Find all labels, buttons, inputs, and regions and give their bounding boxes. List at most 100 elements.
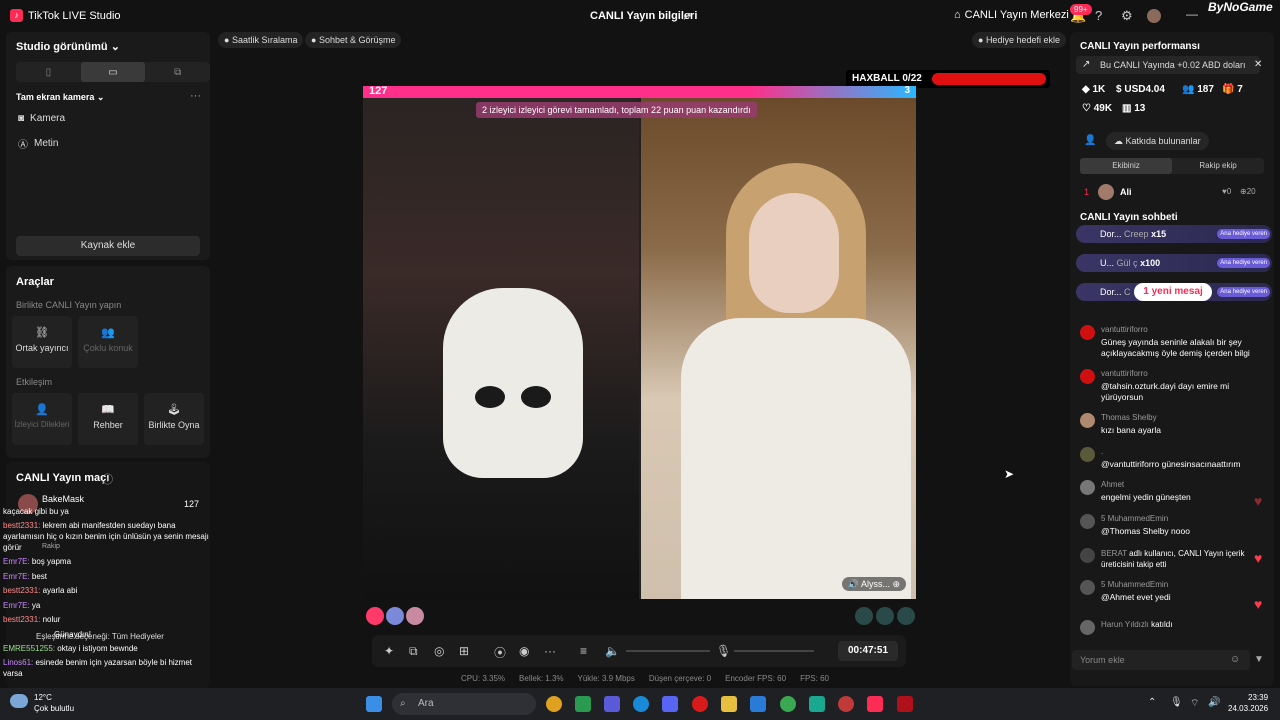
rank-number: 1 bbox=[1084, 187, 1090, 197]
match-title: CANLI Yayın maçı bbox=[16, 472, 110, 484]
scene-title[interactable]: Tam ekran kamera ⌄ bbox=[16, 92, 104, 103]
opponent-name: BakeMask bbox=[42, 494, 85, 504]
wifi-icon[interactable]: ⌔ bbox=[1190, 697, 1199, 710]
hourly-ranking-chip[interactable]: ● Saatlik Sıralama bbox=[218, 32, 304, 48]
chat-line: Linos61: esinede benim için yazarsan böy… bbox=[3, 658, 193, 667]
coop-title: Birlikte CANLI Yayın yapın bbox=[16, 300, 122, 310]
more-icon[interactable]: ··· bbox=[544, 644, 556, 658]
app-icon[interactable] bbox=[897, 696, 913, 712]
score-right: 3 bbox=[904, 86, 910, 96]
tiktok-studio-icon[interactable] bbox=[867, 696, 883, 712]
tray-chevron-icon[interactable]: ⌃ bbox=[1148, 697, 1156, 708]
follow-notice: BERAT adlı kullanıcı, CANLI Yayın içerik… bbox=[1101, 549, 1245, 569]
taskbar-search[interactable]: Ara bbox=[392, 693, 536, 715]
app-icon[interactable] bbox=[809, 696, 825, 712]
add-source-button[interactable]: Kaynak ekle bbox=[16, 236, 200, 256]
gifter-avatar bbox=[366, 607, 384, 625]
comment-input[interactable]: Yorum ekle bbox=[1072, 650, 1250, 670]
chat-line: görür bbox=[3, 543, 22, 552]
layout-landscape-icon[interactable]: ▭ bbox=[80, 62, 146, 82]
gift-row: Dor... Creep x15 Ana hediye veren bbox=[1076, 225, 1272, 243]
chat-line: kaçacak gibi bu ya bbox=[3, 507, 69, 516]
gear-icon[interactable]: ⚙ bbox=[1121, 8, 1133, 24]
seat-icon[interactable] bbox=[876, 607, 894, 625]
guests-icon: 👥 bbox=[101, 327, 115, 339]
live-timer: 00:47:51 bbox=[838, 641, 898, 661]
settings-sliders-icon[interactable]: ≡ bbox=[580, 644, 587, 658]
stat-gifters: 🎁 7 bbox=[1222, 84, 1243, 95]
tools-title: Araçlar bbox=[16, 276, 54, 288]
screen-icon[interactable]: ⧉ bbox=[409, 644, 418, 659]
heart-icon: ♥ bbox=[1254, 596, 1263, 612]
tab-rival-team[interactable]: Rakip ekip bbox=[1172, 158, 1264, 174]
layout-selector[interactable]: ▯ ▭ ⧉ bbox=[16, 62, 210, 82]
folder-icon[interactable] bbox=[721, 696, 737, 712]
chat-line: bestt2331: nolur bbox=[3, 615, 61, 624]
tab-our-team[interactable]: Ekibiniz bbox=[1080, 158, 1172, 174]
profile-avatar[interactable] bbox=[1147, 9, 1161, 23]
camera-toggle-icon[interactable]: ◉ bbox=[519, 644, 529, 658]
edge-icon[interactable] bbox=[633, 696, 649, 712]
layout-other-icon[interactable]: ⧉ bbox=[145, 62, 210, 82]
teams-icon[interactable] bbox=[604, 696, 620, 712]
mic-slider[interactable] bbox=[734, 650, 814, 652]
guide-tool[interactable]: 📖 Rehber bbox=[78, 393, 138, 445]
tiktok-logo-icon: ♪ bbox=[10, 9, 23, 22]
more-icon[interactable]: ··· bbox=[190, 90, 201, 102]
seat-icon[interactable] bbox=[897, 607, 915, 625]
gifter-avatar bbox=[406, 607, 424, 625]
mic-tray-icon[interactable]: 🎙 bbox=[1170, 697, 1183, 708]
cloud-icon bbox=[10, 694, 28, 708]
mouse-cursor-icon: ➤ bbox=[1004, 467, 1015, 481]
app-name: TikTok LIVE Studio bbox=[28, 10, 121, 22]
help-icon[interactable]: ? bbox=[1095, 8, 1102, 23]
chrome-icon[interactable] bbox=[546, 696, 562, 712]
co-host-tool[interactable]: ⛓ Ortak yayıncı bbox=[12, 316, 72, 368]
source-camera[interactable]: ◙ Kamera bbox=[18, 113, 65, 124]
chat-line: EMRE551255: oktay i istiyom bewnde bbox=[3, 644, 138, 653]
weather-widget[interactable]: 12°C Çok bulutlu bbox=[34, 692, 74, 714]
contributor-avatar bbox=[1098, 184, 1114, 200]
contributors-button[interactable]: ☁ Katkıda bulunanlar bbox=[1106, 132, 1209, 150]
info-icon[interactable]: ⓘ bbox=[102, 471, 113, 487]
effects-icon[interactable]: ◎ bbox=[434, 644, 444, 658]
chat-line: Emr7E: ya bbox=[3, 601, 41, 610]
add-user-icon[interactable]: 👤 bbox=[1084, 135, 1096, 146]
chrome-icon[interactable] bbox=[780, 696, 796, 712]
stat-likes: ♡ 49K bbox=[1082, 103, 1113, 114]
app-icon[interactable] bbox=[838, 696, 854, 712]
seat-icon[interactable] bbox=[855, 607, 873, 625]
share-icon[interactable]: ↗ bbox=[682, 9, 692, 23]
tools-panel: Araçlar Birlikte CANLI Yayın yapın ⛓ Orta… bbox=[6, 266, 210, 458]
mail-icon[interactable] bbox=[750, 696, 766, 712]
speaker-icon[interactable]: 🔈 bbox=[605, 644, 620, 658]
add-scene-icon[interactable]: ⊞ bbox=[459, 644, 469, 658]
filter-icon[interactable]: ▼ bbox=[1254, 654, 1264, 665]
mic-icon[interactable]: 🎙 bbox=[716, 644, 731, 658]
layout-portrait-icon[interactable]: ▯ bbox=[16, 62, 81, 82]
clock[interactable]: 23:39 24.03.2026 bbox=[1228, 692, 1268, 714]
viewer-requests-tool[interactable]: 👤 İzleyici Dilekleri bbox=[12, 393, 72, 445]
source-text[interactable]: Ⓐ Metin bbox=[18, 136, 58, 151]
play-together-tool[interactable]: 🕹 Birlikte Oyna bbox=[144, 393, 204, 445]
opera-icon[interactable] bbox=[692, 696, 708, 712]
volume-slider[interactable] bbox=[626, 650, 710, 652]
windows-start-icon[interactable] bbox=[366, 696, 382, 712]
studio-view-title[interactable]: Studio görünümü ⌄ bbox=[16, 40, 120, 53]
close-icon[interactable]: ✕ bbox=[1254, 59, 1262, 70]
emoji-icon[interactable]: ☺ bbox=[1230, 654, 1240, 665]
team-tabs[interactable]: Ekibiniz Rakip ekip bbox=[1080, 158, 1264, 174]
chat-call-chip[interactable]: ● Sohbet & Görüşme bbox=[305, 32, 402, 48]
live-center-button[interactable]: ⌂ CANLI Yayın Merkezi bbox=[954, 9, 1069, 21]
guest-name-tag[interactable]: 🔊 Alyss... ⊕ bbox=[841, 577, 906, 591]
live-preview[interactable]: 🔊 Alyss... ⊕ 127 3 2 izleyici izleyici g… bbox=[363, 86, 916, 599]
multi-guest-tool[interactable]: 👥 Çoklu konuk bbox=[78, 316, 138, 368]
new-message-pill[interactable]: 1 yeni mesaj bbox=[1134, 283, 1212, 301]
discord-icon[interactable] bbox=[662, 696, 678, 712]
record-icon[interactable]: ⦿ bbox=[494, 644, 506, 661]
app-icon[interactable] bbox=[575, 696, 591, 712]
magic-icon[interactable]: ✦ bbox=[384, 644, 394, 658]
gift-goal-chip[interactable]: ● Hediye hedefi ekle bbox=[972, 32, 1066, 48]
volume-icon[interactable]: 🔊 bbox=[1208, 697, 1220, 708]
minimize-icon[interactable]: — bbox=[1186, 7, 1198, 21]
